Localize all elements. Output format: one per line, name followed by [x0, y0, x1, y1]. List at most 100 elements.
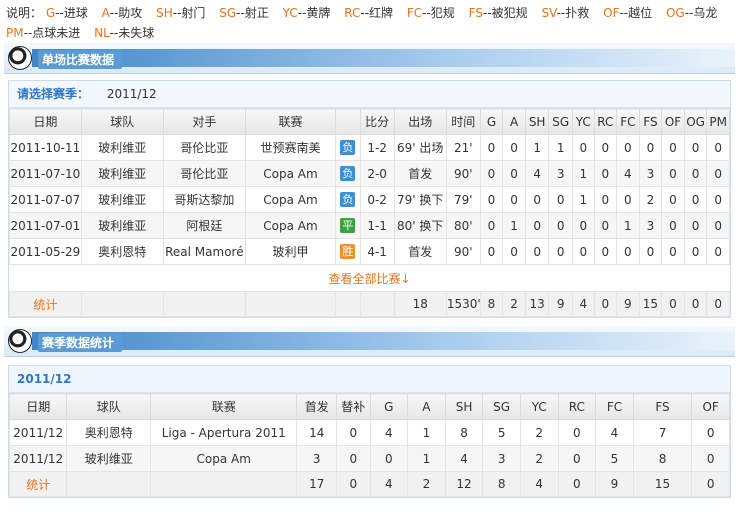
legend-item: FC--犯规	[407, 6, 455, 20]
table-cell: 0	[661, 186, 685, 213]
table-cell: 0	[691, 445, 730, 472]
total-cell: 1530'	[445, 291, 481, 317]
legend-item: PM--点球未进	[6, 26, 80, 40]
table-cell: 7	[632, 419, 693, 446]
table-cell: 2	[519, 445, 559, 472]
table-cell: 5	[482, 419, 521, 446]
table-cell: 0	[593, 134, 618, 161]
legend-item: SH--射门	[156, 6, 205, 20]
legend-key: SV	[541, 6, 557, 20]
column-header	[335, 108, 361, 135]
table-cell: Copa Am	[150, 445, 298, 472]
column-header: 联赛	[244, 108, 337, 135]
totals-row: 统计 17 0 4 2 12 8 4 0 9 15 0	[8, 471, 730, 497]
single-match-header: 单场比赛数据	[4, 43, 735, 74]
total-cell: 0	[593, 291, 618, 317]
legend-key: FS	[468, 6, 483, 20]
totals-label: 统计	[8, 471, 68, 497]
table-cell: 79' 换下	[393, 186, 447, 213]
table-cell: Copa Am	[244, 186, 337, 213]
table-cell: 14	[296, 419, 338, 446]
table-cell: 2	[638, 186, 663, 213]
empty-cell	[244, 291, 337, 317]
column-header: FC	[616, 108, 640, 135]
table-cell: 0-2	[359, 186, 395, 213]
table-cell: 0	[502, 160, 526, 187]
column-header: 球队	[80, 108, 164, 135]
empty-cell	[359, 291, 395, 317]
legend-item: G--进球	[46, 6, 88, 20]
table-cell: 90'	[445, 238, 481, 265]
empty-cell	[335, 291, 361, 317]
column-header: FS	[638, 108, 663, 135]
table-cell: 21'	[445, 134, 481, 161]
table-cell: 0	[638, 134, 663, 161]
table-cell: 80' 换下	[393, 212, 447, 239]
table-cell: 90'	[445, 160, 481, 187]
legend-desc: --助攻	[109, 6, 143, 20]
table-cell: 0	[661, 212, 685, 239]
legend-desc: --乌龙	[684, 6, 718, 20]
column-header: FC	[595, 393, 634, 420]
legend-desc: --黄牌	[297, 6, 331, 20]
legend-key: A	[101, 6, 110, 20]
legend-key: RC	[344, 6, 361, 20]
table-cell: 1	[502, 212, 526, 239]
table-cell: 0	[593, 186, 618, 213]
table-cell: 0	[706, 238, 730, 265]
table-cell: 4	[595, 419, 634, 446]
section-title: 单场比赛数据	[38, 50, 123, 69]
column-header: SH	[444, 393, 484, 420]
table-cell: 0	[706, 186, 730, 213]
table-cell: 0	[524, 186, 550, 213]
table-cell: 0	[661, 160, 685, 187]
table-cell: 0	[616, 186, 640, 213]
table-cell: 0	[691, 419, 730, 446]
table-cell: 0	[616, 134, 640, 161]
total-cell: 0	[557, 471, 597, 497]
table-cell: 玻利维亚	[80, 212, 164, 239]
result-badge: 平	[340, 218, 356, 233]
table-cell: 8	[632, 445, 693, 472]
table-cell: 0	[524, 212, 550, 239]
table-cell: 0	[479, 134, 504, 161]
table-cell: 首发	[393, 160, 447, 187]
result-badge: 负	[340, 192, 356, 207]
table-cell: 3	[638, 160, 663, 187]
view-all-matches-link[interactable]: 查看全部比赛↓	[328, 272, 410, 286]
table-cell: 0	[369, 445, 409, 472]
column-header: RC	[557, 393, 597, 420]
table-cell: 1	[572, 186, 595, 213]
total-cell: 4	[519, 471, 559, 497]
table-cell: 0	[479, 186, 504, 213]
table-cell: 3	[548, 160, 573, 187]
column-header: 对手	[162, 108, 246, 135]
season-selector[interactable]: 请选择赛季： 2011/12	[9, 81, 730, 108]
total-cell: 13	[524, 291, 550, 317]
legend-desc: --被犯规	[482, 6, 528, 20]
table-cell: 0	[502, 238, 526, 265]
column-header: A	[407, 393, 446, 420]
table-cell: 0	[557, 445, 597, 472]
legend-desc: --扑救	[556, 6, 590, 20]
table-cell: 玻利甲	[244, 238, 337, 265]
table-cell: 3	[638, 212, 663, 239]
table-cell: 2011-10-11	[9, 134, 82, 161]
table-cell: 2011/12	[8, 419, 68, 446]
season-select-value[interactable]: 2011/12	[107, 87, 157, 101]
table-cell: 0	[661, 238, 685, 265]
table-row: 2011/12 奥利恩特 Liga - Apertura 2011 14 0 4 1 8 5 2 0…	[8, 419, 730, 446]
legend-key: SH	[156, 6, 173, 20]
table-cell: 2-0	[359, 160, 395, 187]
column-header: YC	[519, 393, 559, 420]
table-cell: 0	[502, 134, 526, 161]
table-cell: 玻利维亚	[66, 445, 152, 472]
table-cell: 0	[572, 212, 595, 239]
table-cell: 1	[548, 134, 573, 161]
table-cell: 0	[683, 134, 708, 161]
total-cell: 18	[393, 291, 447, 317]
column-header: 时间	[445, 108, 481, 135]
legend-desc: --射门	[172, 6, 206, 20]
table-cell: 哥斯达黎加	[162, 186, 246, 213]
legend-key: OG	[665, 6, 685, 20]
